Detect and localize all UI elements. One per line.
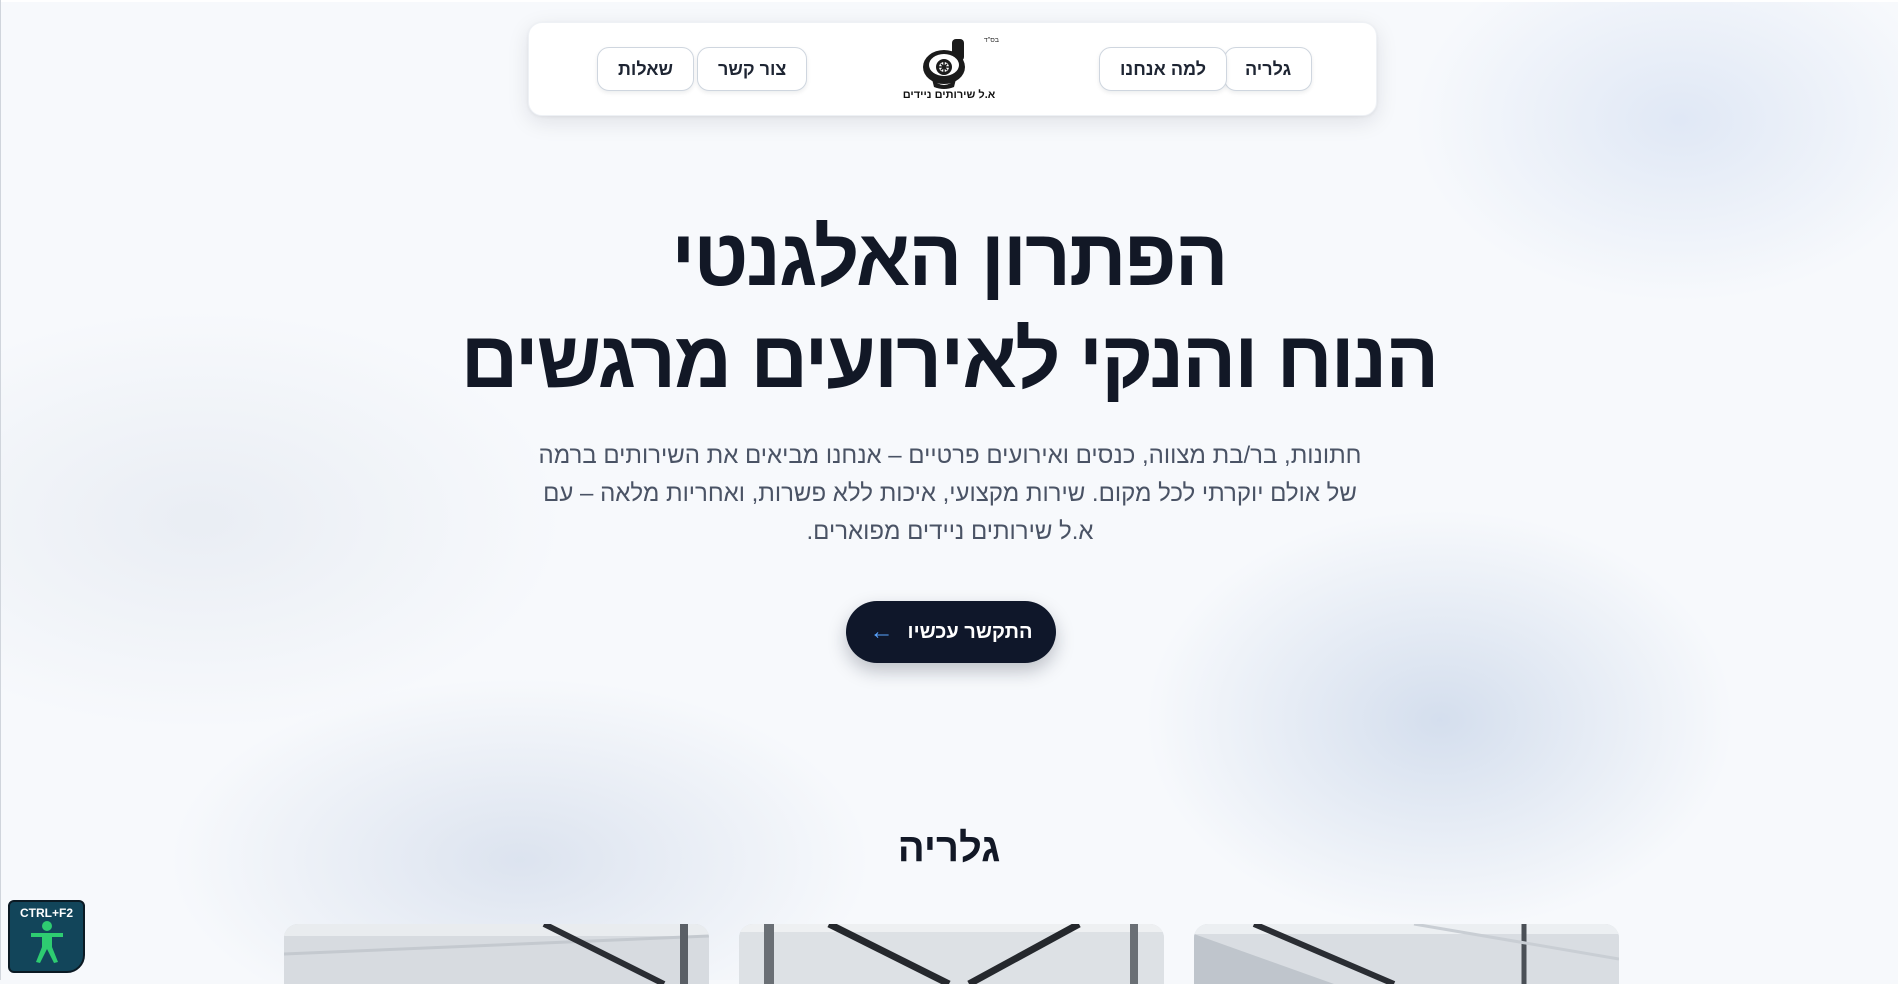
call-now-label: התקשר עכשיו xyxy=(907,620,1033,643)
logo-text: א.ל שירותים ניידים xyxy=(902,89,996,101)
site-logo[interactable]: בס"ד א.ל שירותים ניידים xyxy=(899,35,999,107)
nav-item-contact[interactable]: צור קשר xyxy=(697,47,808,91)
gallery-image-2[interactable] xyxy=(739,924,1164,984)
accessibility-button[interactable]: CTRL+F2 xyxy=(8,900,85,973)
arrow-left-icon: ← xyxy=(869,618,894,645)
hero-title-line-1: הפתרון האלגנטי xyxy=(671,213,1228,302)
call-now-button[interactable]: התקשר עכשיו ← xyxy=(846,601,1056,663)
main-navigation: גלריה למה אנחנו בס"ד א.ל שירותים ניידים … xyxy=(528,22,1377,116)
nav-item-why-us[interactable]: למה אנחנו xyxy=(1099,47,1228,91)
gallery-photo xyxy=(1194,924,1619,984)
gallery-photo xyxy=(284,924,709,984)
gallery-title: גלריה xyxy=(897,826,1001,870)
bsd-mark: בס"ד xyxy=(983,37,999,44)
nav-item-faq[interactable]: שאלות xyxy=(597,47,695,91)
gallery-photo xyxy=(739,924,1164,984)
hero-description: חתונות, בר/בת מצווה, כנסים ואירועים פרטי… xyxy=(538,442,1362,545)
hero-title-line-2: הנוח והנקי לאירועים מרגשים xyxy=(460,315,1440,404)
toilet-logo-icon xyxy=(923,39,965,89)
nav-item-gallery[interactable]: גלריה xyxy=(1224,47,1313,91)
accessibility-shortcut: CTRL+F2 xyxy=(19,906,73,920)
gallery-image-3[interactable] xyxy=(284,924,709,984)
top-border xyxy=(0,0,1898,2)
accessibility-person-icon xyxy=(30,921,63,963)
gallery-image-1[interactable] xyxy=(1194,924,1619,984)
